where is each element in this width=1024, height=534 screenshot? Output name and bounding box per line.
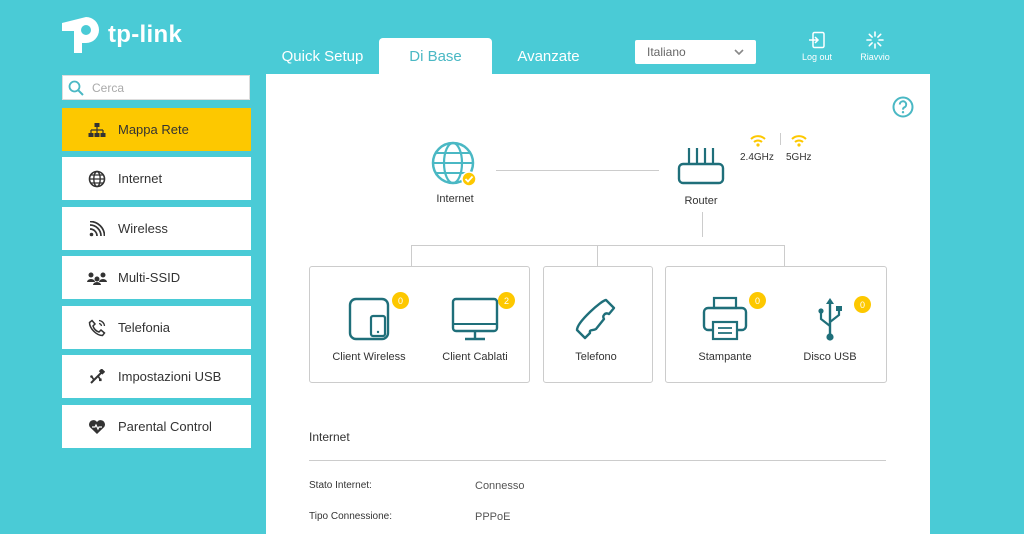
disco-usb-count: 0 <box>854 296 871 313</box>
disco-usb-label: Disco USB <box>803 351 857 363</box>
globe-icon <box>431 141 477 187</box>
band-divider <box>780 133 781 145</box>
sidebar-item-telefonia[interactable]: Telefonia <box>62 306 251 349</box>
heart-icon <box>87 419 107 435</box>
router-node[interactable]: Router <box>671 146 731 207</box>
language-selected: Italiano <box>647 45 686 59</box>
sidebar-item-internet[interactable]: Internet <box>62 157 251 200</box>
usb-icon <box>87 368 107 385</box>
client-wireless-label: Client Wireless <box>332 351 406 363</box>
internet-label: Internet <box>436 193 474 205</box>
sidebar-item-parental-control[interactable]: Parental Control <box>62 405 251 448</box>
reboot-icon <box>866 31 884 49</box>
band-5g-label: 5GHz <box>786 152 812 163</box>
main-panel: Internet Router 2.4GHz 5GHz Client Wirel… <box>266 74 930 534</box>
client-cablati-count: 2 <box>498 292 515 309</box>
search-placeholder: Cerca <box>92 80 125 95</box>
tree-line <box>597 245 598 267</box>
sidebar-item-label: Telefonia <box>118 320 171 335</box>
info-label: Tipo Connessione: <box>309 511 393 522</box>
logout-button[interactable]: Log out <box>792 31 842 62</box>
sidebar-item-wireless[interactable]: Wireless <box>62 207 251 250</box>
sidebar-item-label: Internet <box>118 171 163 186</box>
usb-icon <box>818 298 842 341</box>
tab-di-base[interactable]: Di Base <box>379 38 492 74</box>
chevron-down-icon <box>734 49 744 55</box>
connection-line <box>496 170 659 171</box>
help-icon[interactable] <box>892 96 914 118</box>
section-divider <box>309 460 886 461</box>
sidebar-item-label: Multi-SSID <box>118 270 181 285</box>
search-icon <box>68 80 84 96</box>
band-2g-label: 2.4GHz <box>740 152 774 163</box>
search-input[interactable]: Cerca <box>62 75 250 100</box>
wifi-2g-icon <box>750 135 766 147</box>
router-icon <box>677 148 725 185</box>
users-icon <box>87 271 107 285</box>
brand-name: tp-link <box>108 21 183 48</box>
tab-avanzate[interactable]: Avanzate <box>492 38 605 74</box>
logout-label: Log out <box>801 52 833 62</box>
tablet-phone-icon <box>348 297 390 341</box>
logout-icon <box>809 31 825 49</box>
tp-link-logo: tp-link <box>60 14 182 56</box>
stampante-count: 0 <box>749 292 766 309</box>
info-value: Connesso <box>475 480 525 492</box>
internet-node[interactable]: Internet <box>422 141 488 205</box>
client-cablati-label: Client Cablati <box>442 351 508 363</box>
tree-line <box>702 212 703 237</box>
sidebar-item-multi-ssid[interactable]: Multi-SSID <box>62 256 251 299</box>
section-title: Internet <box>309 430 350 444</box>
client-wireless-count: 0 <box>392 292 409 309</box>
tree-line <box>784 245 785 267</box>
stampante-label: Stampante <box>698 351 752 363</box>
sidebar-item-label: Parental Control <box>118 419 212 434</box>
printer-icon <box>702 296 748 341</box>
sidebar-item-label: Mappa Rete <box>118 122 189 137</box>
main-tabs: Quick Setup Di Base Avanzate <box>266 38 605 74</box>
telefono-label: Telefono <box>575 351 617 363</box>
phone-icon <box>575 298 616 340</box>
monitor-icon <box>451 297 499 341</box>
reboot-button[interactable]: Riavvio <box>850 31 900 62</box>
network-map-icon <box>87 122 107 137</box>
wifi-icon <box>87 220 107 237</box>
tp-link-logo-icon <box>62 17 99 53</box>
globe-icon <box>87 170 107 188</box>
sidebar-item-mappa-rete[interactable]: Mappa Rete <box>62 108 251 151</box>
telefono-node[interactable]: Telefono <box>556 296 636 363</box>
reboot-label: Riavvio <box>860 52 890 62</box>
tab-quick-setup[interactable]: Quick Setup <box>266 38 379 74</box>
language-select[interactable]: Italiano <box>635 40 756 64</box>
info-value: PPPoE <box>475 511 511 523</box>
phone-icon <box>87 318 107 337</box>
sidebar-item-label: Wireless <box>118 221 168 236</box>
sidebar-item-label: Impostazioni USB <box>118 369 222 384</box>
sidebar-item-impostazioni-usb[interactable]: Impostazioni USB <box>62 355 251 398</box>
tree-line <box>411 245 412 267</box>
info-label: Stato Internet: <box>309 480 372 491</box>
wifi-5g-icon <box>791 135 807 147</box>
router-label: Router <box>684 195 718 207</box>
